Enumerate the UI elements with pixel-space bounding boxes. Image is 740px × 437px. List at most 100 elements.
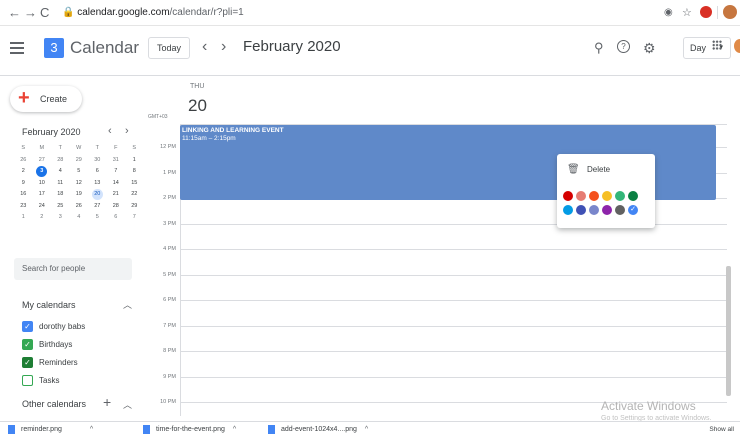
main-menu-icon[interactable] xyxy=(10,42,24,54)
mini-calendar-day[interactable]: 13 xyxy=(88,178,107,190)
mini-calendar-day[interactable]: 27 xyxy=(88,201,107,213)
mini-calendar-day[interactable]: 29 xyxy=(70,155,89,167)
mini-calendar-day[interactable]: 23 xyxy=(14,201,33,213)
mini-calendar-day[interactable]: 4 xyxy=(51,166,70,178)
mini-calendar-day[interactable]: 24 xyxy=(33,201,52,213)
scrollbar-thumb[interactable] xyxy=(726,266,731,396)
profile-avatar[interactable] xyxy=(723,5,737,19)
mini-calendar-day[interactable]: 1 xyxy=(125,155,144,167)
download-item[interactable]: reminder.png ^ xyxy=(8,424,93,436)
mini-calendar-day[interactable]: 2 xyxy=(33,212,52,224)
my-calendars-heading[interactable]: My calendars xyxy=(22,299,76,311)
collapse-chevron-icon[interactable]: ︿ xyxy=(123,299,132,311)
caret-up-icon[interactable]: ^ xyxy=(90,426,93,433)
mini-calendar-day[interactable]: 31 xyxy=(107,155,126,167)
checked-checkbox-icon[interactable]: ✓ xyxy=(22,338,33,350)
color-swatch[interactable] xyxy=(563,205,573,215)
mini-calendar-day[interactable]: 17 xyxy=(33,189,52,201)
calendar-item[interactable]: ✓ dorothy babs xyxy=(22,320,85,332)
mini-calendar-day[interactable]: 6 xyxy=(88,166,107,178)
address-bar[interactable]: 🔒 calendar.google.com/calendar/r?pli=1 xyxy=(62,5,244,21)
extension-icon[interactable]: ◉ xyxy=(664,5,673,21)
mini-calendar-day[interactable]: 30 xyxy=(88,155,107,167)
mini-calendar-day[interactable]: 22 xyxy=(125,189,144,201)
mini-calendar-day[interactable]: 1 xyxy=(14,212,33,224)
caret-up-icon[interactable]: ^ xyxy=(365,426,368,433)
color-swatch[interactable] xyxy=(602,191,612,201)
unchecked-checkbox-icon[interactable] xyxy=(22,374,33,386)
next-day-button[interactable]: › xyxy=(221,37,226,57)
color-swatch[interactable] xyxy=(602,205,612,215)
mini-calendar-day[interactable]: 15 xyxy=(125,178,144,190)
help-icon[interactable]: ? xyxy=(617,40,630,53)
caret-up-icon[interactable]: ^ xyxy=(233,426,236,433)
mini-calendar-day[interactable]: 16 xyxy=(14,189,33,201)
reload-icon[interactable]: C xyxy=(40,5,49,21)
color-swatch[interactable] xyxy=(628,191,638,201)
color-swatch[interactable] xyxy=(615,191,625,201)
create-button[interactable]: + Create xyxy=(10,86,82,112)
mini-calendar-day[interactable]: 21 xyxy=(107,189,126,201)
mini-calendar-day[interactable]: 25 xyxy=(51,201,70,213)
mini-calendar-day[interactable]: 28 xyxy=(51,155,70,167)
mini-calendar-day[interactable]: 20 xyxy=(88,189,107,201)
download-item[interactable]: time-for-the-event.png ^ xyxy=(143,424,236,436)
mini-calendar-day[interactable]: 26 xyxy=(70,201,89,213)
day-number[interactable]: 20 xyxy=(188,96,207,116)
color-swatch[interactable] xyxy=(589,191,599,201)
mini-calendar-day[interactable]: 28 xyxy=(107,201,126,213)
mini-calendar-day[interactable]: 3 xyxy=(33,166,52,178)
mini-calendar-day[interactable]: 11 xyxy=(51,178,70,190)
apps-grid-icon[interactable] xyxy=(712,40,722,50)
settings-gear-icon[interactable]: ⚙ xyxy=(643,40,656,56)
mini-next-month-icon[interactable]: › xyxy=(125,124,129,138)
forward-icon[interactable]: → xyxy=(24,5,37,21)
delete-menu-item[interactable]: Delete xyxy=(587,164,610,176)
mini-calendar-day[interactable]: 14 xyxy=(107,178,126,190)
mini-calendar-day[interactable]: 9 xyxy=(14,178,33,190)
mini-calendar-day[interactable]: 4 xyxy=(70,212,89,224)
search-icon[interactable]: ⚲ xyxy=(594,40,604,56)
download-item[interactable]: add-event-1024x4....png ^ xyxy=(268,424,368,436)
mini-calendar-day[interactable]: 18 xyxy=(51,189,70,201)
mini-calendar-day[interactable]: 27 xyxy=(33,155,52,167)
extension-red-icon[interactable] xyxy=(700,6,712,18)
selected-color-swatch[interactable]: ✓ xyxy=(628,205,638,215)
mini-calendar-day[interactable]: 5 xyxy=(88,212,107,224)
checked-checkbox-icon[interactable]: ✓ xyxy=(22,356,33,368)
show-all-downloads-button[interactable]: Show all xyxy=(709,424,734,436)
star-icon[interactable]: ☆ xyxy=(682,5,692,21)
mini-calendar-day[interactable]: 26 xyxy=(14,155,33,167)
color-swatch[interactable] xyxy=(589,205,599,215)
color-swatch[interactable] xyxy=(576,191,586,201)
previous-day-button[interactable]: ‹ xyxy=(202,37,207,57)
mini-calendar-day[interactable]: 2 xyxy=(14,166,33,178)
mini-calendar-day[interactable]: 5 xyxy=(70,166,89,178)
mini-calendar-day[interactable]: 19 xyxy=(70,189,89,201)
mini-calendar-day[interactable]: 7 xyxy=(107,166,126,178)
back-icon[interactable]: ← xyxy=(8,5,21,21)
color-swatch[interactable] xyxy=(576,205,586,215)
view-selector[interactable]: Day▾ xyxy=(683,37,731,59)
collapse-chevron-icon[interactable]: ︿ xyxy=(123,399,132,411)
other-calendars-heading[interactable]: Other calendars xyxy=(22,398,86,410)
calendar-item[interactable]: ✓ Birthdays xyxy=(22,338,72,350)
add-calendar-icon[interactable]: + xyxy=(103,395,111,409)
today-button[interactable]: Today xyxy=(148,37,190,59)
mini-calendar-day[interactable]: 6 xyxy=(107,212,126,224)
mini-prev-month-icon[interactable]: ‹ xyxy=(108,124,112,138)
search-people-input[interactable]: Search for people xyxy=(14,258,132,280)
color-swatch[interactable] xyxy=(563,191,573,201)
mini-calendar-day[interactable]: 7 xyxy=(125,212,144,224)
account-avatar[interactable] xyxy=(734,39,740,53)
mini-calendar-day[interactable]: 12 xyxy=(70,178,89,190)
mini-calendar-day[interactable]: 8 xyxy=(125,166,144,178)
checked-checkbox-icon[interactable]: ✓ xyxy=(22,320,33,332)
mini-calendar-day[interactable]: 29 xyxy=(125,201,144,213)
color-swatch[interactable] xyxy=(615,205,625,215)
mini-calendar-day[interactable]: 3 xyxy=(51,212,70,224)
mini-calendar-day[interactable]: 10 xyxy=(33,178,52,190)
calendar-item[interactable]: Tasks xyxy=(22,374,59,386)
trash-icon[interactable]: 🗑 xyxy=(567,164,580,176)
calendar-item[interactable]: ✓ Reminders xyxy=(22,356,78,368)
